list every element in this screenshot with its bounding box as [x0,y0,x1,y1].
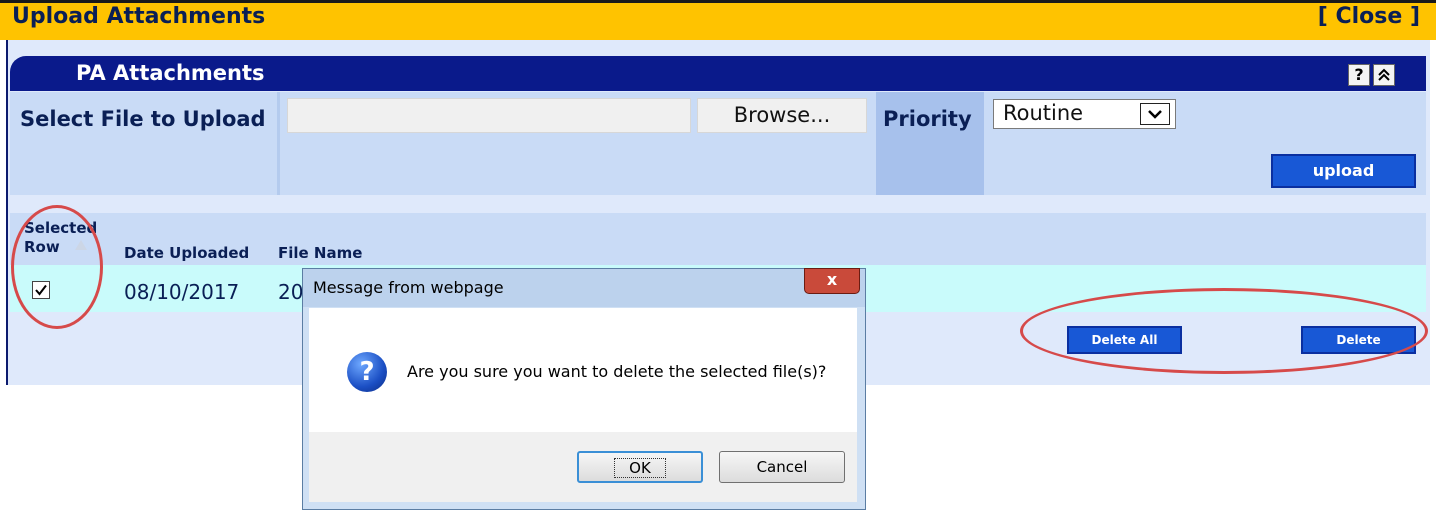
chevron-down-icon[interactable] [1140,103,1170,125]
section-title: PA Attachments [76,61,265,85]
select-file-label: Select File to Upload [20,107,266,131]
window-title: Upload Attachments [12,4,266,29]
column-header-date-uploaded: Date Uploaded [124,244,250,262]
form-divider [277,92,280,195]
chevron-up-double-icon [1378,68,1390,81]
highlight-oval-selected-row [11,205,103,329]
dialog-close-icon[interactable]: x [804,268,860,294]
help-icon[interactable]: ? [1348,64,1370,86]
priority-label: Priority [883,107,972,131]
dropdown-arrow-icon [1148,110,1162,119]
upload-button[interactable]: upload [1271,154,1416,188]
column-header-file-name: File Name [278,244,363,262]
cancel-button[interactable]: Cancel [719,451,845,483]
highlight-oval-delete-buttons [1020,288,1428,374]
row-file-name[interactable]: 20 [278,280,302,304]
dialog-title: Message from webpage [313,278,504,297]
close-link[interactable]: [ Close ] [1318,4,1420,29]
collapse-icon[interactable] [1373,64,1395,86]
priority-selected-value: Routine [1003,101,1084,125]
browse-button[interactable]: Browse... [697,98,867,133]
file-path-input[interactable] [287,98,691,133]
ok-button[interactable]: OK [577,451,703,483]
question-icon: ? [347,352,387,392]
ok-button-label: OK [614,458,666,478]
row-date-uploaded: 08/10/2017 [124,280,240,304]
dialog-message: Are you sure you want to delete the sele… [407,362,827,381]
